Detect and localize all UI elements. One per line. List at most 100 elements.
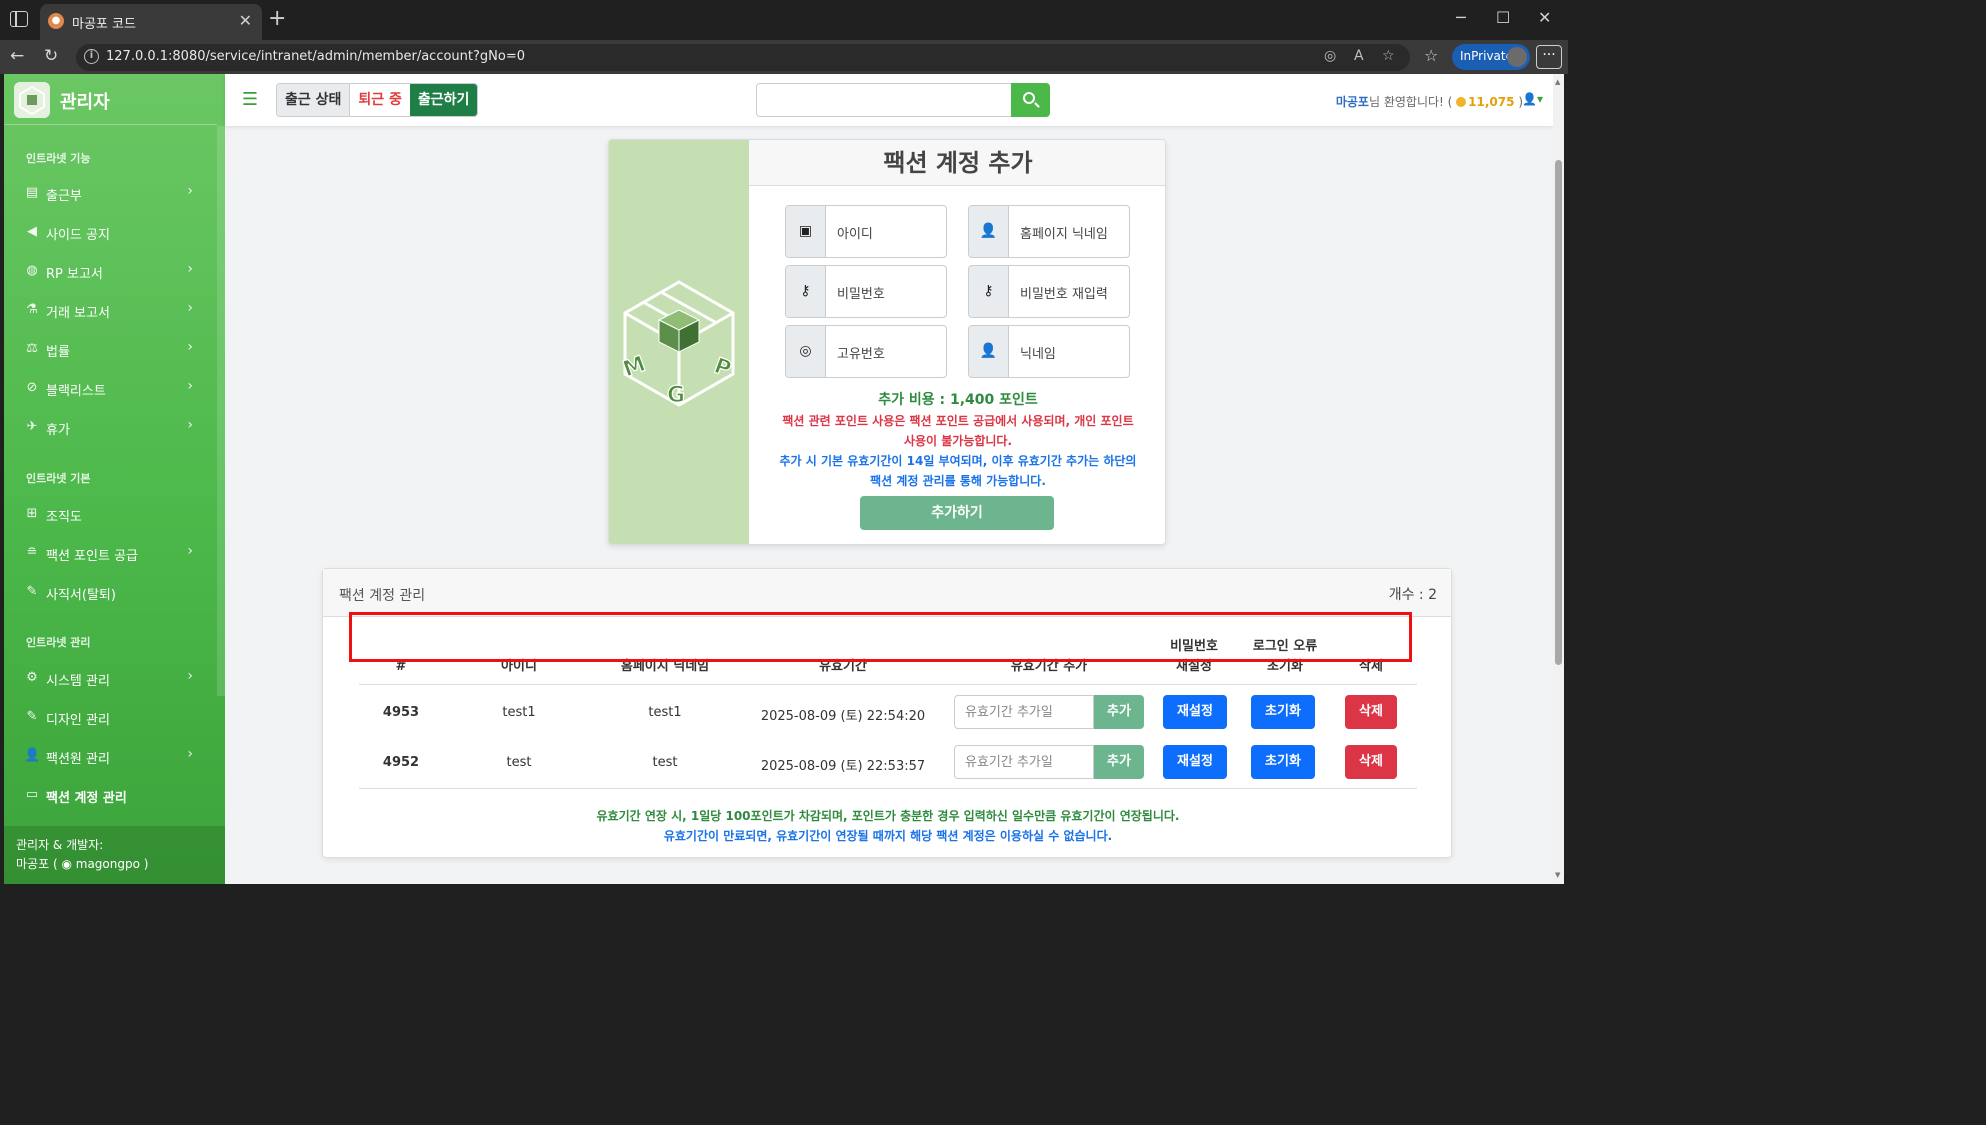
- sidebar-footer: 관리자 & 개발자: 마공포 ( ◉ magongpo ): [4, 826, 225, 884]
- search-input[interactable]: [756, 83, 1012, 117]
- sidebar-heading: 인트라넷 관리: [26, 636, 91, 649]
- point-usage-notice: 팩션 관련 포인트 사용은 팩션 포인트 공급에서 사용되며, 개인 포인트 사…: [782, 414, 1134, 448]
- homepage-nickname-field[interactable]: 👤 홈페이지 닉네임: [968, 205, 1130, 258]
- chevron-right-icon: ›: [187, 543, 193, 559]
- check-in-button[interactable]: 출근하기: [409, 84, 478, 116]
- nickname-field[interactable]: 👤 닉네임: [968, 325, 1130, 378]
- validity-notice: 추가 시 기본 유효기간이 14일 부여되며, 이후 유효기간 추가는 하단의 …: [779, 454, 1137, 488]
- org-chart-icon: ⊞: [26, 506, 38, 521]
- manage-card-header: 팩션 계정 관리 개수 : 2: [323, 569, 1451, 617]
- sidebar-scrollbar[interactable]: [217, 126, 225, 696]
- sidebar-item-side-notice[interactable]: ◀ 사이드 공지: [4, 214, 217, 250]
- browser-tab[interactable]: ● 마공포 코드 ✕: [40, 4, 262, 40]
- favorites-icon[interactable]: ☆: [1424, 46, 1438, 65]
- delete-button[interactable]: 삭제: [1345, 745, 1397, 779]
- chevron-right-icon: ›: [187, 261, 193, 277]
- sidebar-item-blacklist[interactable]: ⊘ 블랙리스트 ›: [4, 370, 217, 406]
- cell-id: test: [506, 755, 532, 770]
- sidebar-item-account-manage[interactable]: ▭ 팩션 계정 관리: [4, 777, 217, 813]
- more-menu-icon[interactable]: ···: [1536, 45, 1562, 69]
- maximize-icon[interactable]: ☐: [1496, 8, 1510, 27]
- favorite-star-icon[interactable]: ☆: [1382, 48, 1395, 64]
- tab-actions-icon[interactable]: [10, 11, 28, 27]
- book-icon: ▤: [25, 185, 39, 200]
- field-placeholder: 아이디: [837, 227, 873, 242]
- chevron-right-icon: ›: [187, 183, 193, 199]
- sidebar-item-org-chart[interactable]: ⊞ 조직도: [4, 496, 217, 532]
- sidebar-item-resignation[interactable]: ✎ 사직서(탈퇴): [4, 574, 217, 610]
- footer-credit-name: 마공포 ( ◉ magongpo ): [16, 857, 149, 871]
- scroll-up-icon[interactable]: ▲: [1555, 78, 1560, 86]
- account-count: 개수 : 2: [1388, 587, 1437, 603]
- gamepad-icon: ◍: [26, 263, 38, 278]
- chevron-right-icon: ›: [187, 378, 193, 394]
- sidebar-item-law[interactable]: ⚖ 법률 ›: [4, 331, 217, 367]
- sidebar-item-label: 조직도: [46, 510, 82, 525]
- footer-handle[interactable]: magongpo: [76, 857, 140, 871]
- field-placeholder: 홈페이지 닉네임: [1020, 227, 1108, 242]
- user-menu-icon[interactable]: 👤▾: [1522, 92, 1543, 106]
- table-divider: [359, 788, 1417, 789]
- login-error-reset-button[interactable]: 초기화: [1251, 745, 1315, 779]
- sidebar-item-label: 팩션원 관리: [46, 752, 110, 767]
- page-viewport: 관리자 인트라넷 기능 ▤ 출근부 › ◀ 사이드 공지 ◍ RP 보고서 › …: [4, 74, 1564, 884]
- password-reset-button[interactable]: 재설정: [1163, 695, 1227, 729]
- close-window-icon[interactable]: ✕: [1538, 8, 1551, 27]
- login-error-reset-button[interactable]: 초기화: [1251, 695, 1315, 729]
- profile-avatar: [1507, 47, 1527, 67]
- field-placeholder: 비밀번호 재입력: [1020, 287, 1108, 302]
- flask-icon: ⚗: [26, 302, 38, 317]
- search-button[interactable]: [1011, 83, 1050, 117]
- tab-close-icon[interactable]: ✕: [239, 11, 252, 30]
- sidebar-heading: 인트라넷 기능: [26, 152, 91, 165]
- extend-days-input[interactable]: [954, 745, 1094, 779]
- address-bar-row: ← ↻ i 127.0.0.1:8080/service/intranet/ad…: [0, 40, 1568, 74]
- refresh-icon[interactable]: ↻: [44, 46, 58, 66]
- sidebar-item-faction-points[interactable]: ≘ 팩션 포인트 공급 ›: [4, 535, 217, 571]
- fingerprint-icon: ◎: [786, 326, 826, 377]
- scroll-down-icon[interactable]: ▼: [1555, 871, 1560, 879]
- sidebar-item-trade-report[interactable]: ⚗ 거래 보고서 ›: [4, 292, 217, 328]
- chevron-right-icon: ›: [187, 339, 193, 355]
- back-icon[interactable]: ←: [10, 46, 24, 66]
- password-field[interactable]: ⚷ 비밀번호: [785, 265, 947, 318]
- sidebar-item-member-manage[interactable]: 👤 팩션원 관리 ›: [4, 738, 217, 774]
- sidebar-item-system[interactable]: ⚙ 시스템 관리 ›: [4, 660, 217, 696]
- read-aloud-icon[interactable]: A: [1354, 48, 1364, 64]
- page-scrollbar[interactable]: ▲ ▼: [1553, 74, 1564, 884]
- user-gear-icon: 👤: [24, 748, 41, 763]
- sidebar-item-rp-report[interactable]: ◍ RP 보고서 ›: [4, 253, 217, 289]
- site-info-icon[interactable]: i: [84, 49, 99, 64]
- top-navbar: ☰ 출근 상태 퇴근 중 출근하기 마공포님 환영합니다! ( 11,075 )…: [225, 74, 1553, 126]
- url-text[interactable]: 127.0.0.1:8080/service/intranet/admin/me…: [106, 49, 525, 64]
- minimize-icon[interactable]: ─: [1456, 8, 1466, 27]
- scrollbar-thumb[interactable]: [1555, 160, 1562, 665]
- extend-days-input[interactable]: [954, 695, 1094, 729]
- cell-expiry: 2025-08-09 (토) 22:53:57: [760, 759, 926, 774]
- sidebar-item-design[interactable]: ✎ 디자인 관리: [4, 699, 217, 735]
- new-tab-icon[interactable]: +: [268, 6, 286, 31]
- sidebar-item-label: RP 보고서: [46, 267, 103, 282]
- sidebar-item-attendance[interactable]: ▤ 출근부 ›: [4, 175, 217, 211]
- extend-button[interactable]: 추가: [1094, 745, 1144, 779]
- sidebar-item-vacation[interactable]: ✈ 휴가 ›: [4, 409, 217, 445]
- cell-homepage-nickname: test: [652, 755, 678, 770]
- tracking-icon[interactable]: ◎: [1324, 48, 1336, 64]
- unique-number-field[interactable]: ◎ 고유번호: [785, 325, 947, 378]
- inprivate-badge[interactable]: InPrivate: [1452, 44, 1530, 70]
- password-reset-button[interactable]: 재설정: [1163, 745, 1227, 779]
- browser-tab-bar: ● 마공포 코드 ✕ + ─ ☐ ✕: [0, 0, 1568, 40]
- welcome-username: 마공포: [1335, 95, 1369, 109]
- sidebar: 관리자 인트라넷 기능 ▤ 출근부 › ◀ 사이드 공지 ◍ RP 보고서 › …: [4, 74, 225, 884]
- address-bar[interactable]: i 127.0.0.1:8080/service/intranet/admin/…: [76, 44, 1410, 71]
- brand-logo-icon: [14, 82, 50, 118]
- account-id-field[interactable]: ▣ 아이디: [785, 205, 947, 258]
- password-confirm-field[interactable]: ⚷ 비밀번호 재입력: [968, 265, 1130, 318]
- gear-icon: ⚙: [26, 670, 38, 685]
- add-account-button[interactable]: 추가하기: [860, 496, 1054, 530]
- field-placeholder: 고유번호: [837, 347, 885, 362]
- delete-button[interactable]: 삭제: [1345, 695, 1397, 729]
- extend-button[interactable]: 추가: [1094, 695, 1144, 729]
- menu-toggle-icon[interactable]: ☰: [233, 84, 267, 116]
- favicon-icon: ●: [48, 13, 64, 29]
